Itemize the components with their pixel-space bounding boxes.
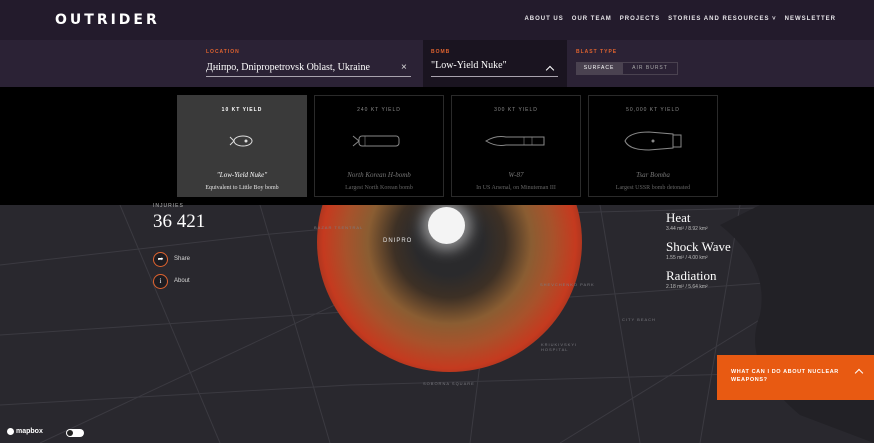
yield-label: 10 KT YIELD (221, 107, 263, 113)
location-input[interactable]: Днiпро, Dnipropetrovsk Oblast, Ukraine (206, 62, 370, 73)
controls-bar: LOCATION Днiпро, Dnipropetrovsk Oblast, … (0, 40, 874, 87)
surface-button[interactable]: SURFACE (576, 62, 622, 75)
info-icon[interactable]: i (153, 274, 168, 289)
bomb-card-tsar-bomba[interactable]: 50,000 KT YIELD Tsar Bomba Largest USSR … (588, 95, 718, 197)
bomb-label: BOMB (431, 49, 451, 55)
nav-newsletter[interactable]: NEWSLETTER (785, 16, 836, 22)
nuclear-weapons-cta[interactable]: WHAT CAN I DO ABOUT NUCLEAR WEAPONS? (717, 355, 874, 400)
tsar-bomba-icon (624, 131, 682, 151)
small-bomb-icon (229, 135, 253, 147)
effect-heat-value: 3.44 mi² / 8.92 km² (666, 226, 708, 232)
mapbox-logo[interactable]: mapbox (7, 428, 43, 435)
city-label: DNIPRO (383, 238, 413, 244)
clear-location-icon[interactable]: × (401, 62, 407, 73)
bomb-name: "Low-Yield Nuke" (216, 171, 268, 179)
bomb-desc: Equivalent to Little Boy bomb (205, 185, 279, 191)
effect-heat-title: Heat (666, 210, 691, 225)
bomb-name: North Korean H-bomb (347, 171, 411, 179)
warhead-icon (485, 136, 545, 146)
cta-text: WHAT CAN I DO ABOUT NUCLEAR WEAPONS? (731, 369, 839, 383)
map-label-square: SOBORNA SQUARE (423, 381, 475, 386)
bomb-select[interactable]: "Low-Yield Nuke" (431, 60, 507, 71)
top-nav: OUTRIDER ABOUT US OUR TEAM PROJECTS STOR… (0, 0, 874, 40)
bomb-desc: Largest USSR bomb detonated (615, 185, 691, 191)
effect-shockwave-title: Shock Wave (666, 239, 731, 254)
bomb-card-low-yield[interactable]: 10 KT YIELD "Low-Yield Nuke" Equivalent … (177, 95, 307, 197)
effect-radiation-value: 2.18 mi² / 5.64 km² (666, 284, 708, 290)
nav-about-us[interactable]: ABOUT US (524, 16, 563, 22)
map-label-beach: CITY BEACH (622, 317, 656, 322)
bomb-name: Tsar Bomba (636, 171, 670, 179)
mapbox-icon (7, 428, 14, 435)
location-underline (206, 76, 411, 77)
toggle-knob (67, 430, 73, 436)
injuries-value: 36 421 (153, 211, 206, 232)
share-arrow-icon[interactable]: ➦ (153, 252, 168, 267)
map-label-hospital: KRIUKIVSKYI HOSPITAL (541, 342, 578, 352)
yield-label: 240 KT YIELD (357, 107, 401, 113)
injuries-label: INJURIES (153, 203, 184, 209)
nav-our-team[interactable]: OUR TEAM (572, 16, 612, 22)
effect-radiation-title: Radiation (666, 268, 717, 283)
yield-label: 50,000 KT YIELD (626, 107, 680, 113)
hbomb-icon (352, 135, 400, 147)
fireball-marker (428, 207, 465, 244)
bomb-desc: In US Arsenal, on Minuteman III (476, 185, 556, 191)
effect-shockwave-value: 1.55 mi² / 4.00 km² (666, 255, 708, 261)
map-label-bazar: BAZAR TSENTRAL (314, 225, 364, 230)
bomb-dropdown: 10 KT YIELD "Low-Yield Nuke" Equivalent … (0, 87, 874, 205)
bomb-name: W-87 (508, 171, 524, 179)
bomb-desc: Largest North Korean bomb (345, 185, 413, 191)
bomb-card-w87[interactable]: 300 KT YIELD W-87 In US Arsenal, on Minu… (451, 95, 581, 197)
effects-panel: Heat 3.44 mi² / 8.92 km² Shock Wave 1.55… (666, 210, 776, 297)
mapbox-label: mapbox (16, 428, 43, 435)
nav-links: ABOUT US OUR TEAM PROJECTS STORIES AND R… (524, 16, 836, 22)
nav-stories-resources[interactable]: STORIES AND RESOURCES ˅ (668, 16, 777, 22)
chevron-up-icon (854, 368, 864, 378)
outrider-logo[interactable]: OUTRIDER (55, 12, 160, 28)
location-label: LOCATION (206, 49, 240, 55)
about-label[interactable]: About (174, 278, 190, 284)
nav-projects[interactable]: PROJECTS (620, 16, 660, 22)
bomb-card-north-korean[interactable]: 240 KT YIELD North Korean H-bomb Largest… (314, 95, 444, 197)
blast-type-label: BLAST TYPE (576, 49, 618, 55)
bomb-underline (431, 76, 558, 77)
map-label-park: SHEVCHENKO PARK (540, 282, 595, 287)
air-burst-button[interactable]: AIR BURST (622, 62, 678, 75)
share-label[interactable]: Share (174, 256, 190, 262)
map-style-toggle[interactable] (66, 429, 84, 437)
yield-label: 300 KT YIELD (494, 107, 538, 113)
